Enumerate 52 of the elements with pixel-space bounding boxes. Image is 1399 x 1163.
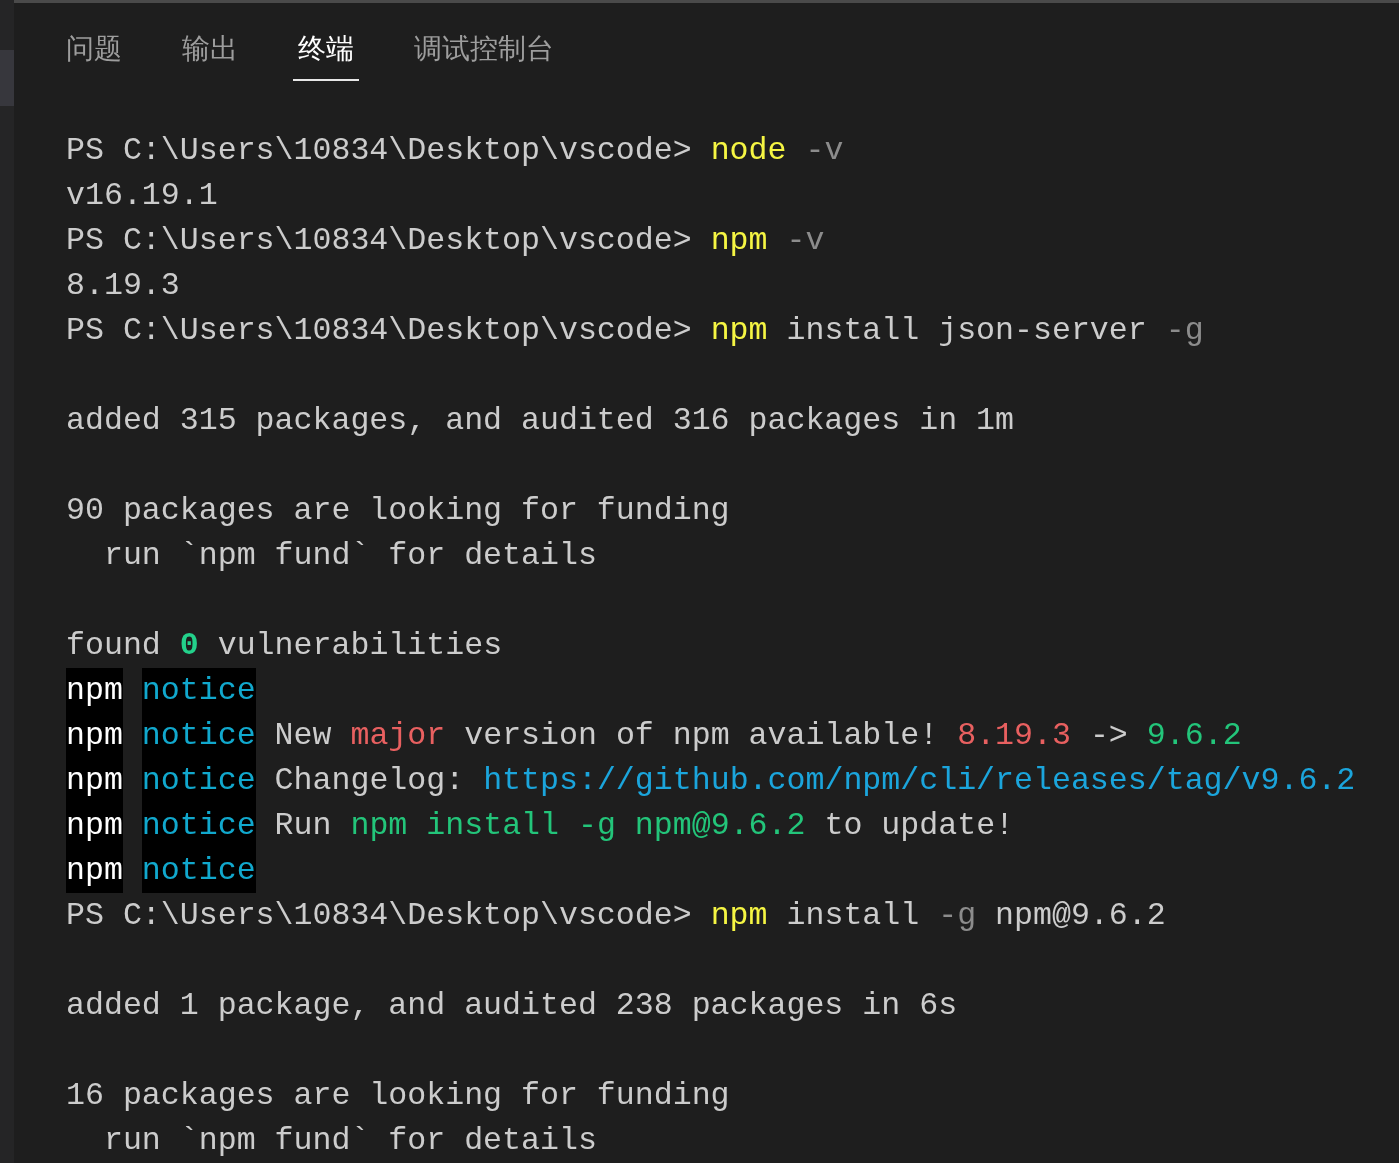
output-text: found [66, 627, 161, 665]
output-text: npm@9.6.2 [995, 897, 1166, 935]
panel-tab[interactable]: 问题 [66, 29, 122, 81]
output-text: -> [1089, 717, 1128, 755]
output-text: 90 packages are looking for funding [66, 492, 730, 530]
output-text: New [274, 717, 332, 755]
output-text: v16.19.1 [66, 177, 218, 215]
output-text: added 1 package, and audited 238 packages in 6s [66, 987, 958, 1025]
log-prefix: npm [66, 713, 123, 758]
panel-tab[interactable]: 调试控制台 [414, 29, 554, 81]
prompt-text: PS C:\Users\10834\Desktop\vscode> [66, 312, 692, 350]
changelog-link[interactable]: https://github.com/npm/cli/releases/tag/v9.6.2 [483, 758, 1356, 803]
prompt-text: PS C:\Users\10834\Desktop\vscode> [66, 897, 692, 935]
output-text: Run [274, 807, 332, 845]
update-text: npm install -g npm@9.6.2 [350, 807, 806, 845]
version-text: 8.19.3 [957, 717, 1071, 755]
log-prefix: npm [66, 758, 123, 803]
panel-tab[interactable]: 终端 [293, 29, 359, 81]
prompt-text: PS C:\Users\10834\Desktop\vscode> [66, 132, 692, 170]
log-level: notice [141, 713, 256, 758]
panel-tab[interactable]: 输出 [182, 29, 238, 81]
version-text: major [350, 717, 446, 755]
output-text: run `npm fund` for details [102, 537, 597, 575]
prompt-text: PS C:\Users\10834\Desktop\vscode> [66, 222, 692, 260]
option-text: -v [786, 222, 825, 260]
option-text: -v [805, 132, 844, 170]
output-text: version of npm available! [464, 717, 939, 755]
log-prefix: npm [66, 668, 123, 713]
output-text: run `npm fund` for details [102, 1122, 597, 1160]
command-text: npm [710, 222, 768, 260]
output-text: install json-server [786, 312, 1147, 350]
count-text: 0 [179, 627, 199, 665]
log-level: notice [141, 758, 256, 803]
log-prefix: npm [66, 848, 123, 893]
output-text: 8.19.3 [66, 267, 180, 305]
command-text: node [710, 132, 787, 170]
command-text: npm [710, 312, 768, 350]
option-text: -g [1165, 312, 1204, 350]
output-text: to update! [824, 807, 1015, 845]
log-level: notice [141, 668, 256, 713]
output-text: vulnerabilities [217, 627, 503, 665]
output-text: added 315 packages, and audited 316 packages in 1m [66, 402, 1014, 440]
output-text: install [786, 897, 920, 935]
output-text: Changelog: [274, 762, 465, 800]
log-level: notice [141, 803, 256, 848]
command-text: npm [710, 897, 768, 935]
log-prefix: npm [66, 803, 123, 848]
update-text: 9.6.2 [1146, 717, 1242, 755]
output-text: 16 packages are looking for funding [66, 1077, 730, 1115]
edge-highlight [0, 50, 14, 106]
log-level: notice [141, 848, 256, 893]
option-text: -g [938, 897, 977, 935]
